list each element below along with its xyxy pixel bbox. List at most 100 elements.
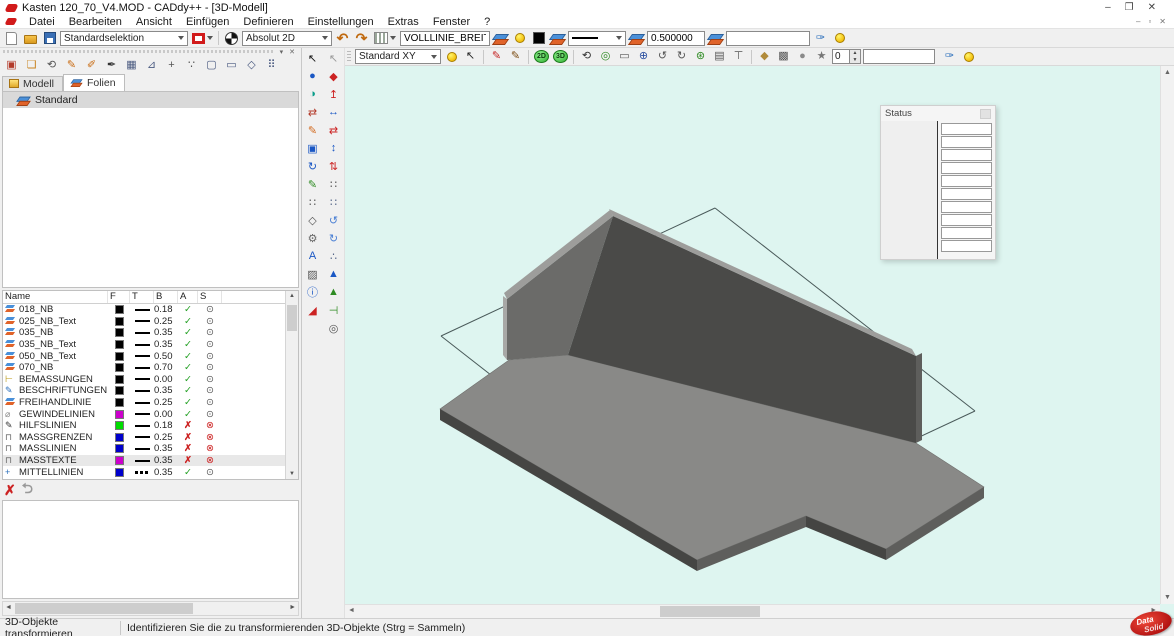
column-header-name[interactable]: Name: [3, 291, 108, 303]
table-row[interactable]: ⊓MASSTEXTE0.35✗⊗: [3, 455, 298, 467]
orbit-icon[interactable]: ⊛: [692, 49, 709, 64]
status-field[interactable]: [941, 136, 992, 148]
sketch-pencil-icon[interactable]: ✎: [303, 175, 322, 193]
width-cell[interactable]: 0.50: [154, 351, 178, 362]
scrollbar-thumb[interactable]: [287, 305, 297, 331]
shaded-box-icon[interactable]: ◆: [756, 49, 773, 64]
box-icon[interactable]: ▢: [202, 57, 221, 73]
visible-cell[interactable]: ⊙: [198, 374, 222, 385]
column-header-f[interactable]: F: [108, 291, 130, 303]
color-cell[interactable]: [108, 421, 130, 430]
color-swatch-button[interactable]: [530, 31, 547, 46]
visible-cell[interactable]: ⊙: [198, 339, 222, 350]
line-style-combo[interactable]: [568, 31, 626, 46]
width-cell[interactable]: 0.25: [154, 397, 178, 408]
width-cell[interactable]: 0.25: [154, 316, 178, 327]
crosshair-icon[interactable]: +: [162, 57, 181, 73]
menu-einstellungen[interactable]: Einstellungen: [301, 16, 381, 28]
table-row[interactable]: ⊓MASSGRENZEN0.25✗⊗: [3, 432, 298, 444]
color-cell[interactable]: [108, 375, 130, 384]
visible-cell[interactable]: ⊙: [198, 351, 222, 362]
shade-sphere-icon[interactable]: ●: [303, 67, 322, 85]
width-cell[interactable]: 0.35: [154, 467, 178, 478]
view-extra-input[interactable]: [863, 49, 935, 64]
active-cell[interactable]: ✓: [178, 316, 198, 327]
redo-button[interactable]: ↷: [353, 31, 370, 46]
linetype-cell[interactable]: [130, 378, 154, 380]
menu-fenster[interactable]: Fenster: [426, 16, 477, 28]
active-cell[interactable]: ✓: [178, 374, 198, 385]
column-header-s[interactable]: S: [198, 291, 222, 303]
move-z-icon[interactable]: ⇅: [324, 157, 343, 175]
color-cell[interactable]: [108, 398, 130, 407]
scroll-left-icon[interactable]: ◄: [5, 604, 12, 611]
folie-apply-icon[interactable]: ▣: [2, 57, 21, 73]
status-field[interactable]: [941, 240, 992, 252]
restore-button[interactable]: ❐: [1125, 2, 1134, 13]
width-cell[interactable]: 0.00: [154, 409, 178, 420]
cursor-menu-icon[interactable]: ↖: [462, 49, 479, 64]
linetype-cell[interactable]: [130, 413, 154, 415]
light-sphere-icon[interactable]: ◑: [303, 85, 322, 103]
restore-folie-button[interactable]: ⮌: [22, 478, 33, 502]
grid-list-icon[interactable]: ⠿: [262, 57, 281, 73]
visible-cell[interactable]: ⊙: [198, 304, 222, 315]
star-icon[interactable]: ★: [813, 49, 830, 64]
visible-cell[interactable]: ⊙: [198, 362, 222, 373]
table-scrollbar[interactable]: ▲ ▼: [285, 291, 298, 479]
move-y-icon[interactable]: ↕: [324, 139, 343, 157]
linetype-cell[interactable]: [130, 425, 154, 427]
width-cell[interactable]: 0.35: [154, 443, 178, 454]
visible-cell[interactable]: ⊗: [198, 443, 222, 454]
menu-datei[interactable]: Datei: [22, 16, 62, 28]
redline-marker-icon[interactable]: ✎: [488, 49, 505, 64]
column-header-t[interactable]: T: [130, 291, 154, 303]
folien-tree[interactable]: Standard: [2, 91, 299, 288]
bulb-icon[interactable]: [443, 49, 460, 64]
menu-?[interactable]: ?: [477, 16, 497, 28]
scroll-left-icon[interactable]: ◄: [348, 607, 355, 614]
pattern-icon[interactable]: ▩: [775, 49, 792, 64]
marker-e-icon[interactable]: ✎: [507, 49, 524, 64]
status-window-titlebar[interactable]: Status: [881, 106, 995, 121]
linetype-cell[interactable]: [130, 471, 154, 474]
view-2d-button[interactable]: 2D: [533, 49, 550, 64]
workplane-combo[interactable]: Standard XY: [355, 49, 441, 64]
tab-folien[interactable]: Folien: [63, 74, 125, 91]
select-tool-icon[interactable]: ↖: [303, 49, 322, 67]
orientation-button[interactable]: [223, 31, 240, 46]
linetype-cell[interactable]: [130, 448, 154, 450]
table-row[interactable]: ⊓MASSLINIEN0.35✗⊗: [3, 443, 298, 455]
menu-definieren[interactable]: Definieren: [236, 16, 300, 28]
grab-attributes-button[interactable]: ✑: [812, 31, 829, 46]
folie-copy-icon[interactable]: ❏: [22, 57, 41, 73]
status-field[interactable]: [941, 149, 992, 161]
hatch-icon[interactable]: ▨: [303, 265, 322, 283]
menu-extras[interactable]: Extras: [381, 16, 426, 28]
pen-h-icon[interactable]: ✒: [102, 57, 121, 73]
points-icon[interactable]: ∴: [324, 247, 343, 265]
mdi-close-button[interactable]: ✕: [1159, 17, 1166, 26]
array2-icon[interactable]: ∷: [324, 193, 343, 211]
color-cell[interactable]: [108, 468, 130, 477]
table-row[interactable]: 035_NB_Text0.35✓⊙: [3, 339, 298, 351]
table-row[interactable]: 018_NB0.18✓⊙: [3, 304, 298, 316]
undo-button[interactable]: ↶: [334, 31, 351, 46]
isobox-icon[interactable]: ◇: [242, 57, 261, 73]
visible-cell[interactable]: ⊙: [198, 397, 222, 408]
linetype-cell[interactable]: [130, 320, 154, 322]
active-cell[interactable]: ✓: [178, 409, 198, 420]
selection-combo[interactable]: Standardselektion: [60, 31, 188, 46]
visible-cell[interactable]: ⊙: [198, 327, 222, 338]
info-icon[interactable]: ⓘ: [303, 283, 322, 301]
active-cell[interactable]: ✓: [178, 339, 198, 350]
active-cell[interactable]: ✓: [178, 304, 198, 315]
color-cell[interactable]: [108, 328, 130, 337]
mirror-h-icon[interactable]: ⊣: [324, 301, 343, 319]
depth-spinner[interactable]: 0 ▲▼: [832, 49, 861, 64]
status-field[interactable]: [941, 214, 992, 226]
table-row[interactable]: ⊢BEMASSUNGEN0.00✓⊙: [3, 374, 298, 386]
width-cell[interactable]: 0.35: [154, 385, 178, 396]
viewport-vscrollbar[interactable]: ▲ ▼: [1160, 66, 1174, 604]
open-file-button[interactable]: [22, 31, 39, 46]
